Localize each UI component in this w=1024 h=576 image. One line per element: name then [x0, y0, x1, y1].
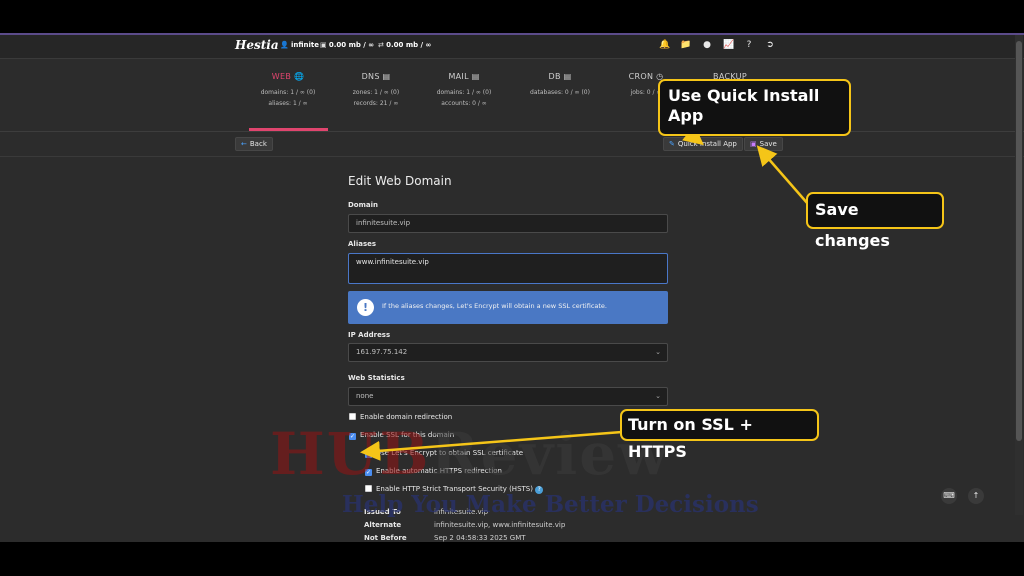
arrow-to-save: [756, 145, 809, 205]
annotation-arrows: [360, 115, 809, 461]
callout-quick-install: Use Quick Install App: [658, 79, 851, 136]
callout-ssl-https: Turn on SSL + HTTPS: [620, 409, 819, 461]
arrow-to-ssl: [360, 430, 623, 461]
callout-save-changes: Save changes: [806, 192, 944, 250]
